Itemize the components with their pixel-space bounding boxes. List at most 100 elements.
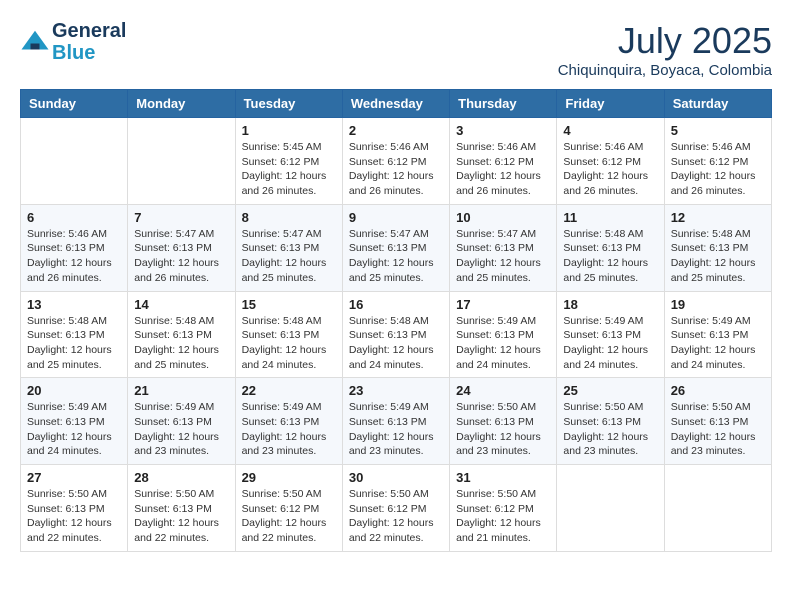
table-row: 15 Sunrise: 5:48 AM Sunset: 6:13 PM Dayli… bbox=[235, 291, 342, 378]
day-number: 13 bbox=[27, 297, 121, 312]
day-number: 31 bbox=[456, 470, 550, 485]
day-info: Sunrise: 5:50 AM Sunset: 6:12 PM Dayligh… bbox=[242, 487, 336, 546]
table-row: 7 Sunrise: 5:47 AM Sunset: 6:13 PM Daylig… bbox=[128, 204, 235, 291]
day-number: 2 bbox=[349, 123, 443, 138]
weekday-header-row: Sunday Monday Tuesday Wednesday Thursday… bbox=[21, 90, 772, 118]
day-info: Sunrise: 5:48 AM Sunset: 6:13 PM Dayligh… bbox=[134, 314, 228, 373]
day-info: Sunrise: 5:46 AM Sunset: 6:12 PM Dayligh… bbox=[563, 140, 657, 199]
day-info: Sunrise: 5:49 AM Sunset: 6:13 PM Dayligh… bbox=[27, 400, 121, 459]
day-info: Sunrise: 5:50 AM Sunset: 6:13 PM Dayligh… bbox=[563, 400, 657, 459]
table-row: 18Sunrise: 5:49 AM Sunset: 6:13 PM Dayli… bbox=[557, 291, 664, 378]
day-number: 7 bbox=[134, 210, 228, 225]
header-monday: Monday bbox=[128, 90, 235, 118]
day-info: Sunrise: 5:50 AM Sunset: 6:13 PM Dayligh… bbox=[27, 487, 121, 546]
day-number: 23 bbox=[349, 383, 443, 398]
day-number: 21 bbox=[134, 383, 228, 398]
table-row: 28 Sunrise: 5:50 AM Sunset: 6:13 PM Dayli… bbox=[128, 465, 235, 552]
day-number: 27 bbox=[27, 470, 121, 485]
table-row bbox=[557, 465, 664, 552]
day-number: 19 bbox=[671, 297, 765, 312]
calendar-row: 27 Sunrise: 5:50 AM Sunset: 6:13 PM Dayli… bbox=[21, 465, 772, 552]
day-info: Sunrise: 5:47 AM Sunset: 6:13 PM Dayligh… bbox=[134, 227, 228, 286]
calendar-row: 6 Sunrise: 5:46 AM Sunset: 6:13 PM Daylig… bbox=[21, 204, 772, 291]
calendar-header: Sunday Monday Tuesday Wednesday Thursday… bbox=[21, 90, 772, 118]
table-row: 8 Sunrise: 5:47 AM Sunset: 6:13 PM Daylig… bbox=[235, 204, 342, 291]
day-number: 1 bbox=[242, 123, 336, 138]
logo-icon bbox=[20, 27, 50, 57]
table-row: 3 Sunrise: 5:46 AM Sunset: 6:12 PM Daylig… bbox=[450, 118, 557, 205]
calendar-row: 20 Sunrise: 5:49 AM Sunset: 6:13 PM Dayli… bbox=[21, 378, 772, 465]
table-row: 20 Sunrise: 5:49 AM Sunset: 6:13 PM Dayli… bbox=[21, 378, 128, 465]
table-row: 27 Sunrise: 5:50 AM Sunset: 6:13 PM Dayli… bbox=[21, 465, 128, 552]
day-number: 14 bbox=[134, 297, 228, 312]
day-info: Sunrise: 5:50 AM Sunset: 6:13 PM Dayligh… bbox=[671, 400, 765, 459]
day-info: Sunrise: 5:49 AM Sunset: 6:13 PM Dayligh… bbox=[349, 400, 443, 459]
table-row bbox=[21, 118, 128, 205]
day-number: 26 bbox=[671, 383, 765, 398]
day-number: 8 bbox=[242, 210, 336, 225]
day-info: Sunrise: 5:48 AM Sunset: 6:13 PM Dayligh… bbox=[349, 314, 443, 373]
day-number: 22 bbox=[242, 383, 336, 398]
day-number: 25 bbox=[563, 383, 657, 398]
table-row: 2 Sunrise: 5:46 AM Sunset: 6:12 PM Daylig… bbox=[342, 118, 449, 205]
table-row: 16 Sunrise: 5:48 AM Sunset: 6:13 PM Dayli… bbox=[342, 291, 449, 378]
day-info: Sunrise: 5:45 AM Sunset: 6:12 PM Dayligh… bbox=[242, 140, 336, 199]
day-info: Sunrise: 5:46 AM Sunset: 6:12 PM Dayligh… bbox=[671, 140, 765, 199]
table-row: 13 Sunrise: 5:48 AM Sunset: 6:13 PM Dayli… bbox=[21, 291, 128, 378]
logo-text-line2: Blue bbox=[52, 42, 126, 64]
table-row: 6 Sunrise: 5:46 AM Sunset: 6:13 PM Daylig… bbox=[21, 204, 128, 291]
table-row bbox=[128, 118, 235, 205]
table-row: 14 Sunrise: 5:48 AM Sunset: 6:13 PM Dayli… bbox=[128, 291, 235, 378]
day-info: Sunrise: 5:49 AM Sunset: 6:13 PM Dayligh… bbox=[563, 314, 657, 373]
page-header: General Blue July 2025 Chiquinquira, Boy… bbox=[20, 20, 772, 79]
day-info: Sunrise: 5:48 AM Sunset: 6:13 PM Dayligh… bbox=[27, 314, 121, 373]
calendar-row: 1 Sunrise: 5:45 AM Sunset: 6:12 PM Daylig… bbox=[21, 118, 772, 205]
day-info: Sunrise: 5:47 AM Sunset: 6:13 PM Dayligh… bbox=[242, 227, 336, 286]
day-number: 28 bbox=[134, 470, 228, 485]
day-number: 3 bbox=[456, 123, 550, 138]
day-info: Sunrise: 5:50 AM Sunset: 6:13 PM Dayligh… bbox=[134, 487, 228, 546]
table-row: 30 Sunrise: 5:50 AM Sunset: 6:12 PM Dayli… bbox=[342, 465, 449, 552]
day-number: 5 bbox=[671, 123, 765, 138]
day-number: 16 bbox=[349, 297, 443, 312]
table-row: 19 Sunrise: 5:49 AM Sunset: 6:13 PM Dayli… bbox=[664, 291, 771, 378]
table-row: 21 Sunrise: 5:49 AM Sunset: 6:13 PM Dayli… bbox=[128, 378, 235, 465]
day-number: 15 bbox=[242, 297, 336, 312]
title-section: July 2025 Chiquinquira, Boyaca, Colombia bbox=[558, 20, 772, 79]
table-row: 5 Sunrise: 5:46 AM Sunset: 6:12 PM Daylig… bbox=[664, 118, 771, 205]
table-row: 10 Sunrise: 5:47 AM Sunset: 6:13 PM Dayli… bbox=[450, 204, 557, 291]
table-row: 29Sunrise: 5:50 AM Sunset: 6:12 PM Dayli… bbox=[235, 465, 342, 552]
day-number: 6 bbox=[27, 210, 121, 225]
table-row: 22Sunrise: 5:49 AM Sunset: 6:13 PM Dayli… bbox=[235, 378, 342, 465]
day-number: 4 bbox=[563, 123, 657, 138]
day-info: Sunrise: 5:48 AM Sunset: 6:13 PM Dayligh… bbox=[563, 227, 657, 286]
calendar: Sunday Monday Tuesday Wednesday Thursday… bbox=[20, 89, 772, 552]
day-info: Sunrise: 5:50 AM Sunset: 6:12 PM Dayligh… bbox=[456, 487, 550, 546]
header-thursday: Thursday bbox=[450, 90, 557, 118]
day-number: 24 bbox=[456, 383, 550, 398]
table-row: 9Sunrise: 5:47 AM Sunset: 6:13 PM Daylig… bbox=[342, 204, 449, 291]
location: Chiquinquira, Boyaca, Colombia bbox=[558, 62, 772, 79]
day-info: Sunrise: 5:47 AM Sunset: 6:13 PM Dayligh… bbox=[456, 227, 550, 286]
day-info: Sunrise: 5:49 AM Sunset: 6:13 PM Dayligh… bbox=[671, 314, 765, 373]
table-row: 25 Sunrise: 5:50 AM Sunset: 6:13 PM Dayli… bbox=[557, 378, 664, 465]
day-info: Sunrise: 5:46 AM Sunset: 6:13 PM Dayligh… bbox=[27, 227, 121, 286]
logo: General Blue bbox=[20, 20, 126, 64]
day-info: Sunrise: 5:46 AM Sunset: 6:12 PM Dayligh… bbox=[456, 140, 550, 199]
day-number: 20 bbox=[27, 383, 121, 398]
table-row bbox=[664, 465, 771, 552]
day-info: Sunrise: 5:49 AM Sunset: 6:13 PM Dayligh… bbox=[134, 400, 228, 459]
calendar-body: 1 Sunrise: 5:45 AM Sunset: 6:12 PM Daylig… bbox=[21, 118, 772, 552]
day-number: 30 bbox=[349, 470, 443, 485]
day-number: 9 bbox=[349, 210, 443, 225]
day-info: Sunrise: 5:46 AM Sunset: 6:12 PM Dayligh… bbox=[349, 140, 443, 199]
table-row: 24Sunrise: 5:50 AM Sunset: 6:13 PM Dayli… bbox=[450, 378, 557, 465]
table-row: 4 Sunrise: 5:46 AM Sunset: 6:12 PM Daylig… bbox=[557, 118, 664, 205]
day-info: Sunrise: 5:48 AM Sunset: 6:13 PM Dayligh… bbox=[242, 314, 336, 373]
day-info: Sunrise: 5:50 AM Sunset: 6:12 PM Dayligh… bbox=[349, 487, 443, 546]
day-info: Sunrise: 5:49 AM Sunset: 6:13 PM Dayligh… bbox=[456, 314, 550, 373]
header-sunday: Sunday bbox=[21, 90, 128, 118]
logo-text-line1: General bbox=[52, 20, 126, 42]
day-number: 10 bbox=[456, 210, 550, 225]
table-row: 17Sunrise: 5:49 AM Sunset: 6:13 PM Dayli… bbox=[450, 291, 557, 378]
